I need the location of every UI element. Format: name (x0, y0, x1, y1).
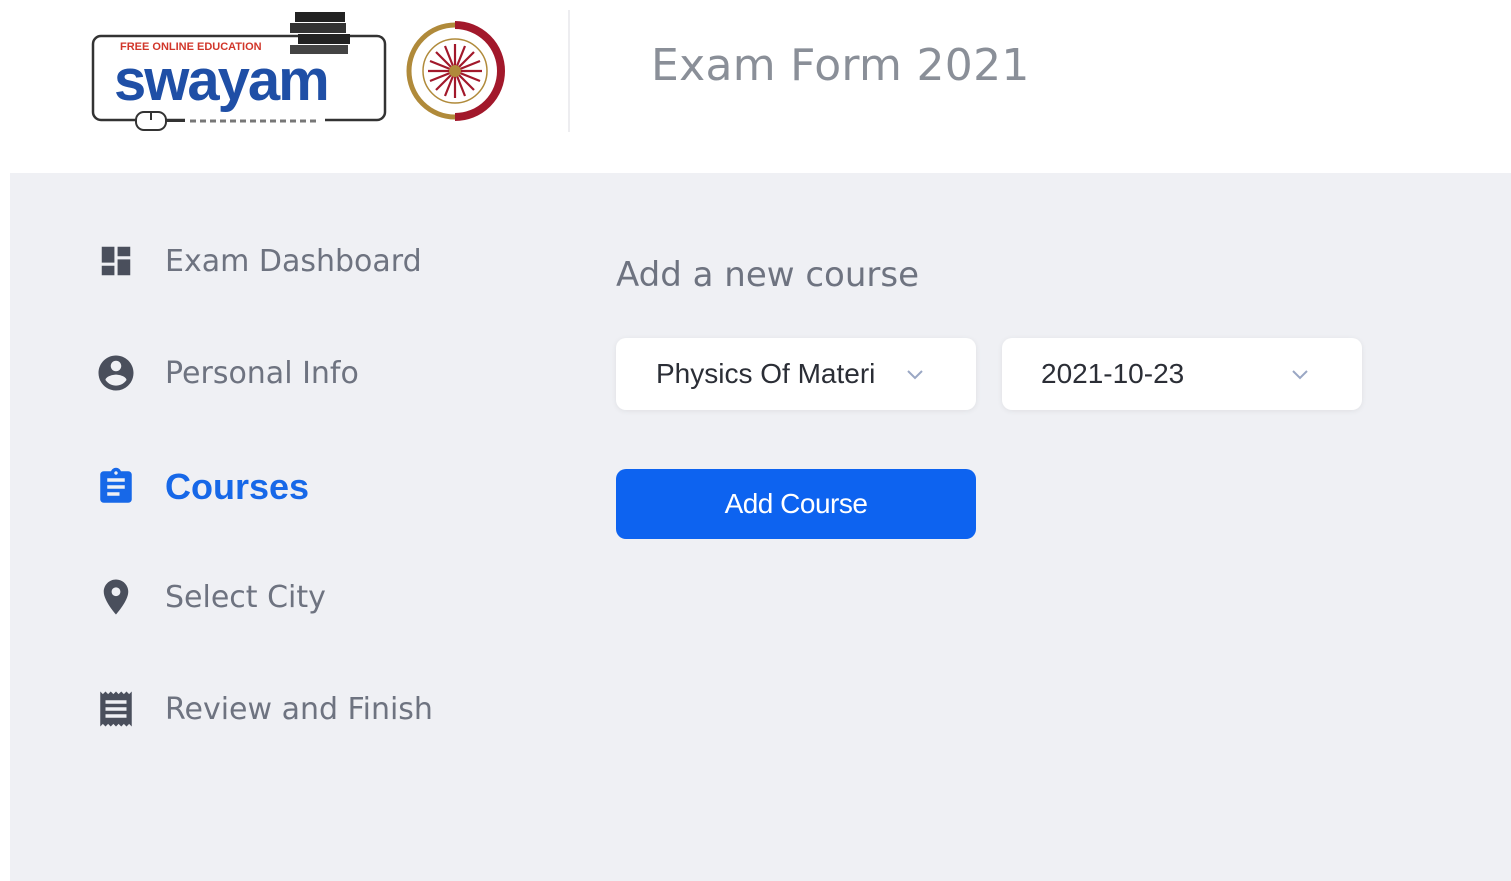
location-pin-icon (94, 575, 138, 619)
emblem-logo (406, 21, 506, 121)
sidebar-item-label: Select City (165, 579, 326, 615)
sidebar-item-exam-dashboard[interactable]: Exam Dashboard (94, 237, 422, 285)
chevron-down-icon (1292, 370, 1308, 380)
account-circle-icon (94, 351, 138, 395)
chevron-down-icon (907, 370, 923, 380)
add-course-button[interactable]: Add Course (616, 469, 976, 539)
sidebar-item-label: Exam Dashboard (165, 243, 422, 279)
exam-date-select-value: 2021-10-23 (1041, 358, 1185, 389)
sidebar-item-label: Personal Info (165, 355, 359, 391)
clipboard-icon (94, 465, 138, 509)
course-select-value: Physics Of Materi (656, 358, 876, 389)
section-title: Add a new course (616, 255, 920, 295)
logo-text: swayam (114, 48, 328, 113)
header-divider (568, 10, 570, 132)
page-title: Exam Form 2021 (651, 40, 1030, 91)
sidebar-item-courses[interactable]: Courses (94, 463, 309, 511)
dashboard-icon (94, 239, 138, 283)
app-header: FREE ONLINE EDUCATION swayam Exam Form 2… (0, 0, 1511, 173)
main-area: Exam Dashboard Personal Info Courses Sel… (10, 173, 1511, 881)
swayam-logo[interactable]: FREE ONLINE EDUCATION swayam (90, 8, 390, 132)
sidebar-item-personal-info[interactable]: Personal Info (94, 349, 359, 397)
sidebar-item-label: Courses (165, 466, 310, 507)
exam-date-select[interactable]: 2021-10-23 (1002, 338, 1362, 410)
receipt-icon (94, 687, 138, 731)
course-select[interactable]: Physics Of Materi (616, 338, 976, 410)
sidebar-item-review-and-finish[interactable]: Review and Finish (94, 685, 433, 733)
sidebar-item-label: Review and Finish (165, 691, 433, 727)
sidebar-item-select-city[interactable]: Select City (94, 573, 326, 621)
